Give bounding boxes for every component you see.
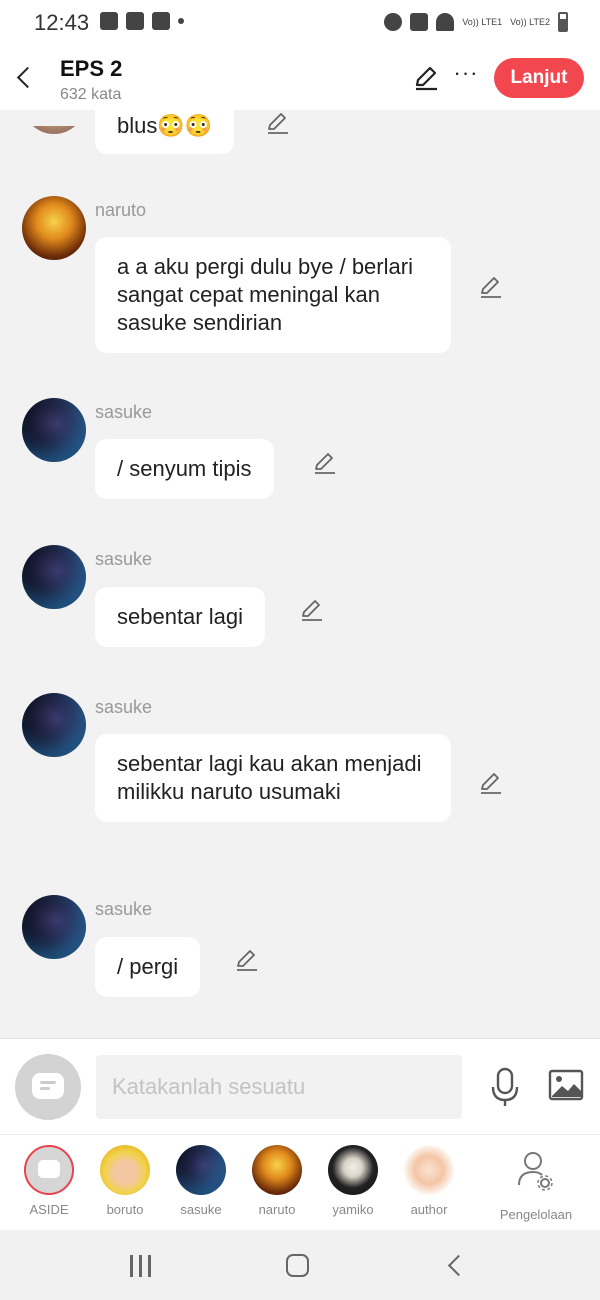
next-button[interactable]: Lanjut bbox=[494, 58, 584, 98]
character-author[interactable]: author bbox=[397, 1145, 461, 1217]
sim2-label: Vo)) LTE2 bbox=[510, 16, 550, 27]
character-selector: ASIDE boruto sasuke naruto yamiko author… bbox=[0, 1134, 600, 1230]
chat-bubble-icon bbox=[32, 1073, 64, 1099]
system-back-icon[interactable] bbox=[446, 1256, 464, 1274]
manage-user-icon bbox=[518, 1152, 553, 1191]
character-label: author bbox=[410, 1202, 448, 1217]
edit-pencil-icon[interactable] bbox=[234, 947, 260, 973]
avatar bbox=[100, 1145, 150, 1195]
notification-icons bbox=[100, 12, 184, 30]
alarm-icon bbox=[384, 13, 403, 31]
avatar[interactable] bbox=[22, 398, 86, 462]
edit-pencil-icon[interactable] bbox=[265, 110, 291, 136]
character-aside[interactable]: ASIDE bbox=[17, 1145, 81, 1217]
speaker-name: sasuke bbox=[95, 549, 153, 569]
avatar bbox=[404, 1145, 454, 1195]
episode-title: EPS 2 bbox=[60, 56, 123, 81]
system-icons: Vo)) LTE1 Vo)) LTE2 bbox=[384, 12, 568, 32]
wifi-icon bbox=[436, 13, 455, 31]
system-navigation-bar bbox=[0, 1230, 600, 1300]
message-composer bbox=[0, 1038, 600, 1134]
back-icon[interactable] bbox=[10, 62, 40, 92]
sim1-label: Vo)) LTE1 bbox=[462, 16, 503, 27]
speaker-name: sasuke bbox=[95, 899, 153, 919]
character-label: naruto bbox=[258, 1202, 296, 1217]
character-boruto[interactable]: boruto bbox=[93, 1145, 157, 1217]
character-naruto[interactable]: naruto bbox=[245, 1145, 309, 1217]
edit-pencil-icon[interactable] bbox=[412, 64, 440, 92]
chat-area[interactable]: blus😳😳 naruto a a aku pergi dulu bye / b… bbox=[0, 110, 600, 1038]
mute-icon bbox=[410, 13, 429, 31]
battery-icon bbox=[558, 12, 568, 32]
character-label: sasuke bbox=[180, 1202, 222, 1217]
character-sasuke[interactable]: sasuke bbox=[169, 1145, 233, 1217]
more-notifications-icon bbox=[178, 18, 184, 24]
youtube-notification-icon bbox=[126, 12, 144, 30]
message-bubble[interactable]: sebentar lagi kau akan menjadi milikku n… bbox=[95, 734, 451, 822]
character-yamiko[interactable]: yamiko bbox=[321, 1145, 385, 1217]
home-icon[interactable] bbox=[286, 1254, 309, 1277]
message-bubble[interactable]: sebentar lagi bbox=[95, 587, 265, 647]
aside-button[interactable] bbox=[15, 1054, 81, 1120]
recent-apps-icon[interactable] bbox=[130, 1255, 152, 1277]
speaker-name: naruto bbox=[95, 200, 147, 220]
more-icon[interactable]: ··· bbox=[452, 60, 480, 88]
message-bubble[interactable]: / pergi bbox=[95, 937, 201, 997]
word-count: 632 kata bbox=[60, 86, 122, 103]
edit-pencil-icon[interactable] bbox=[478, 274, 504, 300]
character-label: yamiko bbox=[332, 1202, 374, 1217]
avatar[interactable] bbox=[22, 545, 86, 609]
microphone-icon[interactable] bbox=[490, 1067, 520, 1107]
tiktok-notification-icon bbox=[152, 12, 170, 30]
avatar[interactable] bbox=[22, 196, 86, 260]
avatar[interactable] bbox=[22, 126, 86, 134]
gallery-notification-icon bbox=[100, 12, 118, 30]
image-icon[interactable] bbox=[548, 1069, 584, 1101]
edit-pencil-icon[interactable] bbox=[299, 597, 325, 623]
avatar[interactable] bbox=[22, 693, 86, 757]
manage-characters-button[interactable]: Pengelolaan bbox=[488, 1145, 584, 1222]
avatar bbox=[176, 1145, 226, 1195]
speaker-name: sasuke bbox=[95, 402, 153, 422]
message-bubble[interactable]: blus😳😳 bbox=[95, 110, 235, 154]
chat-bubble-icon bbox=[24, 1145, 74, 1195]
avatar bbox=[252, 1145, 302, 1195]
message-input[interactable] bbox=[96, 1055, 462, 1119]
status-bar: 12:43 Vo)) LTE1 Vo)) LTE2 bbox=[0, 0, 600, 46]
speaker-name: sasuke bbox=[95, 697, 153, 717]
clock: 12:43 bbox=[34, 10, 90, 35]
avatar bbox=[328, 1145, 378, 1195]
avatar[interactable] bbox=[22, 895, 86, 959]
character-label: ASIDE bbox=[29, 1202, 69, 1217]
character-label: Pengelolaan bbox=[499, 1207, 573, 1222]
message-bubble[interactable]: / senyum tipis bbox=[95, 439, 274, 499]
edit-pencil-icon[interactable] bbox=[312, 450, 338, 476]
app-header: EPS 2 632 kata ··· Lanjut bbox=[0, 46, 600, 110]
character-label: boruto bbox=[106, 1202, 144, 1217]
edit-pencil-icon[interactable] bbox=[478, 770, 504, 796]
message-bubble[interactable]: a a aku pergi dulu bye / berlari sangat … bbox=[95, 237, 451, 353]
